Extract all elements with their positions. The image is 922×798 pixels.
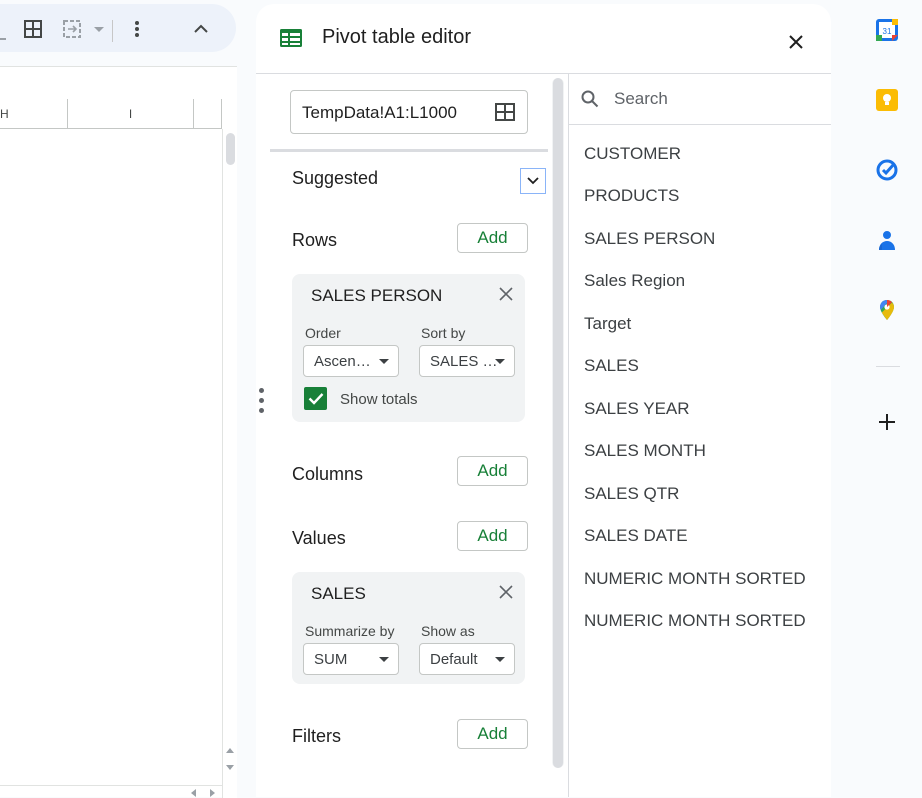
suggested-label: Suggested (292, 168, 379, 188)
more-vert-icon[interactable] (126, 18, 148, 40)
column-header-label: I (128, 106, 133, 121)
toolbar (0, 4, 236, 52)
summarize-by-value: SUM (314, 651, 348, 668)
close-button[interactable] (784, 30, 808, 54)
scroll-up-icon[interactable] (226, 747, 234, 753)
dropdown-caret-icon (495, 657, 505, 662)
values-card-title: SALES (311, 584, 366, 603)
panel-title: Pivot table editor (322, 26, 471, 48)
remove-row-field-button[interactable] (496, 284, 516, 304)
sheets-table-icon (280, 29, 302, 47)
editor-scrollbar[interactable] (552, 78, 564, 768)
panel-column-divider (568, 74, 569, 797)
calendar-icon[interactable]: 31 (875, 18, 899, 42)
filters-add-button[interactable]: Add (457, 719, 528, 749)
drag-handle-icon[interactable] (259, 388, 267, 418)
field-list-item[interactable]: NUMERIC MONTH SORTED (584, 611, 806, 631)
order-label: Order (305, 325, 341, 341)
sort-by-select[interactable]: SALES … (419, 345, 515, 377)
show-as-select[interactable]: Default (419, 643, 515, 675)
column-header-label: H (0, 106, 9, 121)
data-range-value: TempData!A1:L1000 (302, 103, 457, 122)
field-list-item[interactable]: SALES (584, 356, 639, 376)
field-list-item[interactable]: PRODUCTS (584, 186, 679, 206)
rows-add-button[interactable]: Add (457, 223, 528, 253)
field-list-item[interactable]: Sales Region (584, 271, 685, 291)
tasks-icon[interactable] (875, 158, 899, 182)
scroll-thumb[interactable] (226, 133, 235, 165)
sort-by-select-value: SALES … (430, 353, 498, 370)
checkmark-icon (308, 393, 323, 405)
values-field-card: SALES Summarize by Show as SUM Default (292, 572, 525, 684)
close-icon (789, 35, 803, 49)
order-select-value: Ascen… (314, 353, 371, 370)
sort-by-label: Sort by (421, 325, 466, 341)
rows-card-title: SALES PERSON (311, 286, 443, 305)
data-range-field[interactable]: TempData!A1:L1000 (290, 90, 528, 134)
contacts-icon[interactable] (875, 228, 899, 252)
add-icon[interactable] (875, 410, 899, 434)
show-totals-checkbox[interactable] (304, 387, 327, 410)
pivot-table-editor: Pivot table editor TempData!A1:L1000 Sug… (256, 4, 831, 797)
calendar-day-label: 31 (883, 27, 892, 36)
spreadsheet-grid: H I (0, 66, 237, 798)
field-list-item[interactable]: NUMERIC MONTH SORTED (584, 569, 806, 589)
dropdown-caret-icon (379, 657, 389, 662)
vertical-scrollbar[interactable] (222, 129, 237, 798)
search-icon (581, 90, 599, 108)
remove-value-field-button[interactable] (496, 582, 516, 602)
show-totals-label: Show totals (340, 391, 418, 408)
merge-cells-icon[interactable] (62, 18, 108, 40)
column-header-next[interactable] (194, 99, 222, 129)
values-label: Values (292, 528, 346, 548)
show-as-label: Show as (421, 623, 475, 639)
field-list-item[interactable]: SALES MONTH (584, 441, 706, 461)
scroll-down-icon[interactable] (226, 765, 234, 771)
rows-label: Rows (292, 230, 338, 250)
collapse-chevron-up-icon[interactable] (190, 18, 212, 40)
suggested-divider (270, 149, 548, 152)
panel-divider (256, 73, 831, 74)
field-list-item[interactable]: SALES QTR (584, 484, 679, 504)
field-list-item[interactable]: CUSTOMER (584, 144, 681, 164)
horizontal-scrollbar[interactable] (0, 785, 222, 798)
columns-add-button[interactable]: Add (457, 456, 528, 486)
editor-scroll-thumb[interactable] (553, 78, 563, 768)
scroll-left-icon[interactable] (190, 789, 196, 797)
select-range-icon[interactable] (495, 103, 515, 121)
field-list-item[interactable]: SALES PERSON (584, 229, 715, 249)
column-header-i[interactable]: I (68, 99, 194, 129)
maps-icon[interactable] (875, 298, 899, 322)
order-select[interactable]: Ascen… (303, 345, 399, 377)
columns-label: Columns (292, 464, 364, 484)
summarize-by-select[interactable]: SUM (303, 643, 399, 675)
side-panel-divider (876, 366, 900, 367)
field-list-item[interactable]: Target (584, 314, 631, 334)
toolbar-separator (112, 20, 113, 42)
field-list-item[interactable]: SALES YEAR (584, 399, 690, 419)
field-list-item[interactable]: SALES DATE (584, 526, 688, 546)
dropdown-caret-icon (379, 359, 389, 364)
dropdown-caret-icon (495, 359, 505, 364)
search-divider (569, 124, 831, 125)
field-search-input[interactable] (614, 84, 814, 114)
scroll-right-icon[interactable] (210, 789, 216, 797)
rows-field-card: SALES PERSON Order Sort by Ascen… SALES … (292, 274, 525, 422)
suggested-expand-button[interactable] (520, 168, 546, 194)
filters-label: Filters (292, 726, 341, 746)
summarize-by-label: Summarize by (305, 623, 395, 639)
chevron-down-icon (527, 177, 539, 185)
column-header-h[interactable]: H (0, 99, 68, 129)
close-icon (499, 287, 513, 301)
values-add-button[interactable]: Add (457, 521, 528, 551)
borders-icon[interactable] (22, 18, 44, 40)
keep-icon[interactable] (875, 88, 899, 112)
show-as-value: Default (430, 651, 478, 668)
close-icon (499, 585, 513, 599)
toolbar-fragment (0, 38, 6, 40)
